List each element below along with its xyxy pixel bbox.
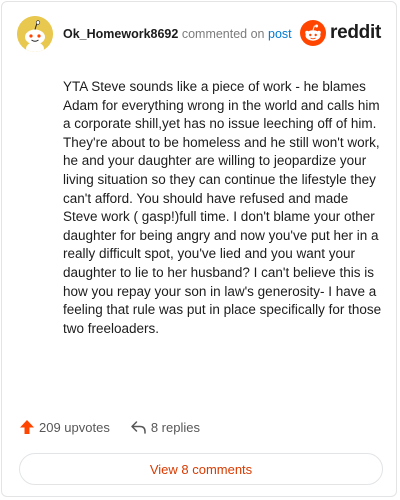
reddit-snoo-icon	[300, 20, 327, 46]
reddit-logo[interactable]: reddit	[300, 20, 381, 46]
reply-arrow-icon	[131, 421, 146, 434]
snoo-avatar-icon	[17, 16, 53, 52]
upvote-arrow-icon	[20, 420, 34, 434]
user-avatar[interactable]	[17, 16, 53, 52]
reply-count: 8 replies	[150, 419, 200, 435]
comment-footer: 209 upvotes 8 replies	[19, 416, 200, 438]
comment-header: Ok_Homework8692 commented on post reddit	[17, 16, 381, 52]
view-comments-button[interactable]: View 8 comments	[19, 453, 383, 485]
post-link[interactable]: post	[268, 27, 292, 41]
upvote-stat[interactable]: 209 upvotes	[19, 419, 110, 435]
reply-stat[interactable]: 8 replies	[130, 419, 200, 435]
comment-body: YTA Steve sounds like a piece of work - …	[63, 79, 382, 336]
action-text: commented on	[181, 27, 265, 41]
reddit-wordmark: reddit	[330, 22, 381, 43]
upvote-count: 209 upvotes	[39, 419, 110, 435]
comment-card: Ok_Homework8692 commented on post reddit…	[1, 1, 397, 497]
username-link[interactable]: Ok_Homework8692	[63, 27, 178, 41]
comment-meta: Ok_Homework8692 commented on post	[63, 27, 292, 41]
